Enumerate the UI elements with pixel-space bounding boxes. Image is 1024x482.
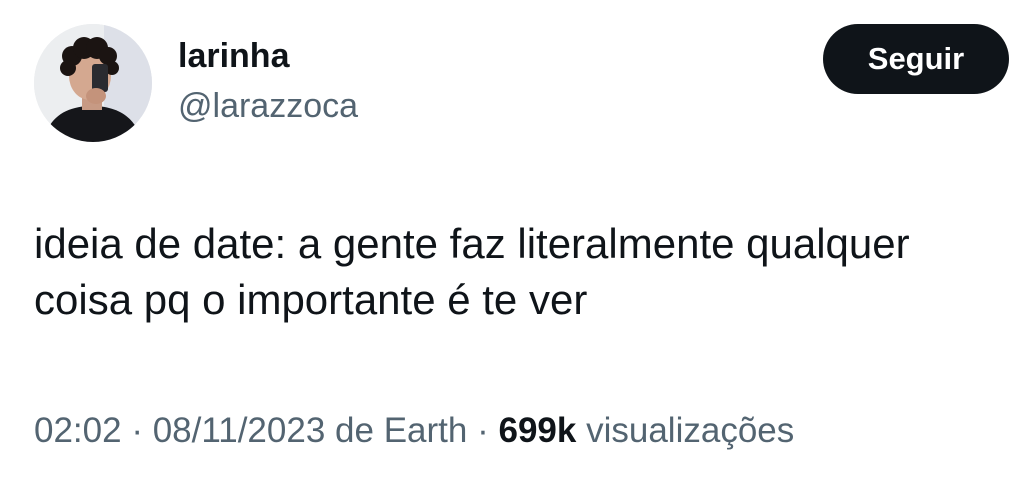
meta-separator: · <box>131 411 143 450</box>
timestamp-link[interactable]: 02:02 · 08/11/2023 <box>34 411 325 450</box>
tweet-text-line: ideia de date: a gente faz literalmente … <box>34 220 910 267</box>
profile-photo-icon <box>34 24 152 142</box>
views-label: visualizações <box>586 411 795 450</box>
tweet-time: 02:02 <box>34 411 122 450</box>
tweet-card: larinha @larazzoca Seguir ideia de date:… <box>0 0 1024 482</box>
source-prefix: de <box>335 411 374 450</box>
user-handle[interactable]: @larazzoca <box>178 86 358 126</box>
follow-button[interactable]: Seguir <box>823 24 1009 94</box>
avatar[interactable] <box>34 24 152 142</box>
display-name[interactable]: larinha <box>178 36 289 76</box>
tweet-source: Earth <box>383 411 468 450</box>
meta-separator: · <box>477 411 489 450</box>
tweet-date: 08/11/2023 <box>152 411 326 450</box>
tweet-text-line: coisa pq o importante é te ver <box>34 276 588 323</box>
views-count[interactable]: 699k <box>498 411 576 450</box>
tweet-meta: 02:02 · 08/11/2023 de Earth · 699k visua… <box>34 409 794 453</box>
tweet-text: ideia de date: a gente faz literalmente … <box>34 216 1004 328</box>
